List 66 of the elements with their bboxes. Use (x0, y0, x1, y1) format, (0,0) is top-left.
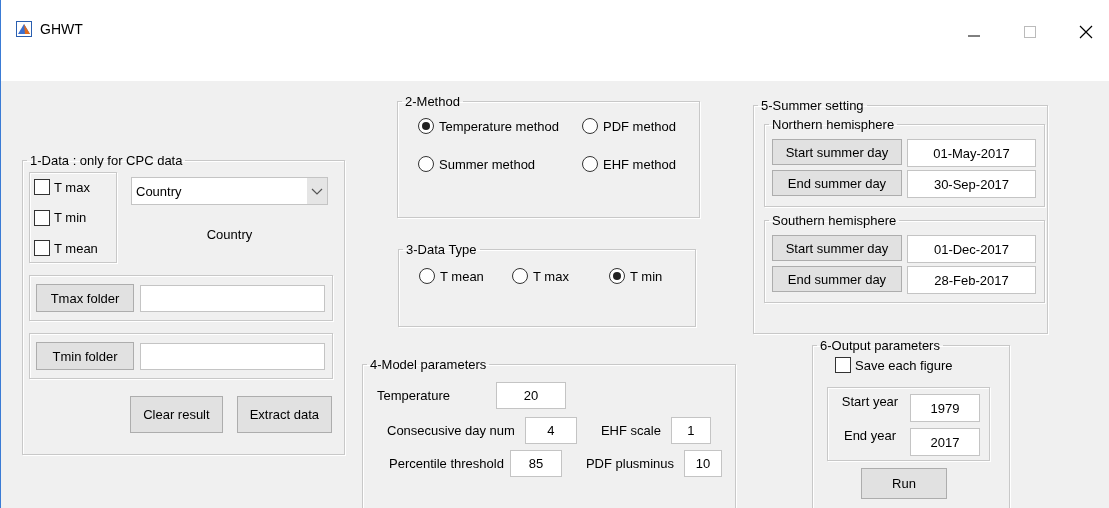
year-field[interactable]: 2017 (910, 428, 980, 456)
year-field[interactable]: 1979 (910, 394, 980, 422)
radio-button[interactable] (418, 156, 434, 172)
parameter-field[interactable]: 20 (496, 382, 566, 409)
action-button[interactable]: Clear result (130, 396, 223, 433)
radio-button[interactable] (419, 268, 435, 284)
panel-title: 3-Data Type (405, 242, 478, 257)
run-button[interactable]: Run (861, 468, 947, 499)
summer-day-button[interactable]: End summer day (772, 266, 902, 292)
radio-button[interactable] (512, 268, 528, 284)
close-icon[interactable] (1079, 25, 1093, 39)
parameter-label: Percentile threshold (389, 456, 504, 471)
parameter-label: Temperature (377, 388, 450, 403)
date-field[interactable]: 30-Sep-2017 (907, 170, 1036, 198)
radio-label[interactable]: PDF method (603, 118, 676, 134)
summer-day-button[interactable]: Start summer day (772, 235, 902, 261)
radio-button[interactable] (582, 118, 598, 134)
folder-button[interactable]: Tmax folder (36, 284, 134, 312)
app-icon (16, 21, 32, 37)
dropdown[interactable]: Country (131, 177, 328, 205)
panel-title: 4-Model parameters (369, 357, 488, 372)
radio-label[interactable]: T mean (440, 268, 484, 284)
panel-title: 2-Method (404, 94, 461, 109)
checkbox-label[interactable]: T max (54, 179, 90, 195)
date-field[interactable]: 01-Dec-2017 (907, 235, 1036, 263)
folder-button[interactable]: Tmin folder (36, 342, 134, 370)
panel-title: Southern hemisphere (771, 213, 898, 228)
panel-title: 6-Output parameters (819, 338, 941, 353)
parameter-label: EHF scale (600, 423, 661, 438)
date-field[interactable]: 01-May-2017 (907, 139, 1036, 167)
radio-label[interactable]: T min (630, 268, 663, 284)
year-label: End year (842, 428, 897, 443)
parameter-field[interactable]: 4 (524, 417, 577, 444)
panel-title: Northern hemisphere (771, 117, 896, 132)
radio-button[interactable] (609, 268, 625, 284)
panel-title: 5-Summer setting (760, 98, 865, 113)
dropdown-value: Country (136, 183, 182, 199)
folder-field[interactable] (140, 284, 325, 312)
checkbox-label[interactable]: T min (54, 210, 87, 225)
radio-button[interactable] (582, 156, 598, 172)
panel-title: 1-Data : only for CPC data (29, 153, 184, 168)
folder-field[interactable] (140, 342, 325, 370)
parameter-label: Consecusive day num (387, 423, 515, 438)
date-field[interactable]: 28-Feb-2017 (907, 266, 1036, 294)
parameter-field[interactable]: 1 (670, 417, 711, 444)
checkbox[interactable] (835, 357, 851, 373)
checkbox[interactable] (34, 209, 50, 226)
dropdown-label: Country (206, 227, 253, 242)
window-title: GHWT (40, 21, 83, 37)
checkbox-label[interactable]: Save each figure (855, 357, 953, 373)
radio-label[interactable]: Temperature method (439, 118, 559, 134)
radio-label[interactable]: EHF method (603, 156, 676, 172)
radio-label[interactable]: T max (533, 268, 569, 284)
checkbox[interactable] (34, 179, 50, 195)
year-label: Start year (840, 394, 900, 409)
radio-label[interactable]: Summer method (439, 156, 536, 172)
checkbox-label[interactable]: T mean (54, 240, 98, 256)
action-button[interactable]: Extract data (236, 396, 332, 433)
caret-icon (307, 178, 327, 204)
parameter-label: PDF plusminus (585, 456, 675, 471)
checkbox[interactable] (34, 240, 50, 256)
parameter-field[interactable]: 10 (684, 450, 723, 477)
summer-day-button[interactable]: End summer day (772, 170, 902, 196)
summer-day-button[interactable]: Start summer day (772, 139, 902, 165)
radio-button[interactable] (418, 118, 434, 134)
parameter-field[interactable]: 85 (509, 450, 562, 477)
